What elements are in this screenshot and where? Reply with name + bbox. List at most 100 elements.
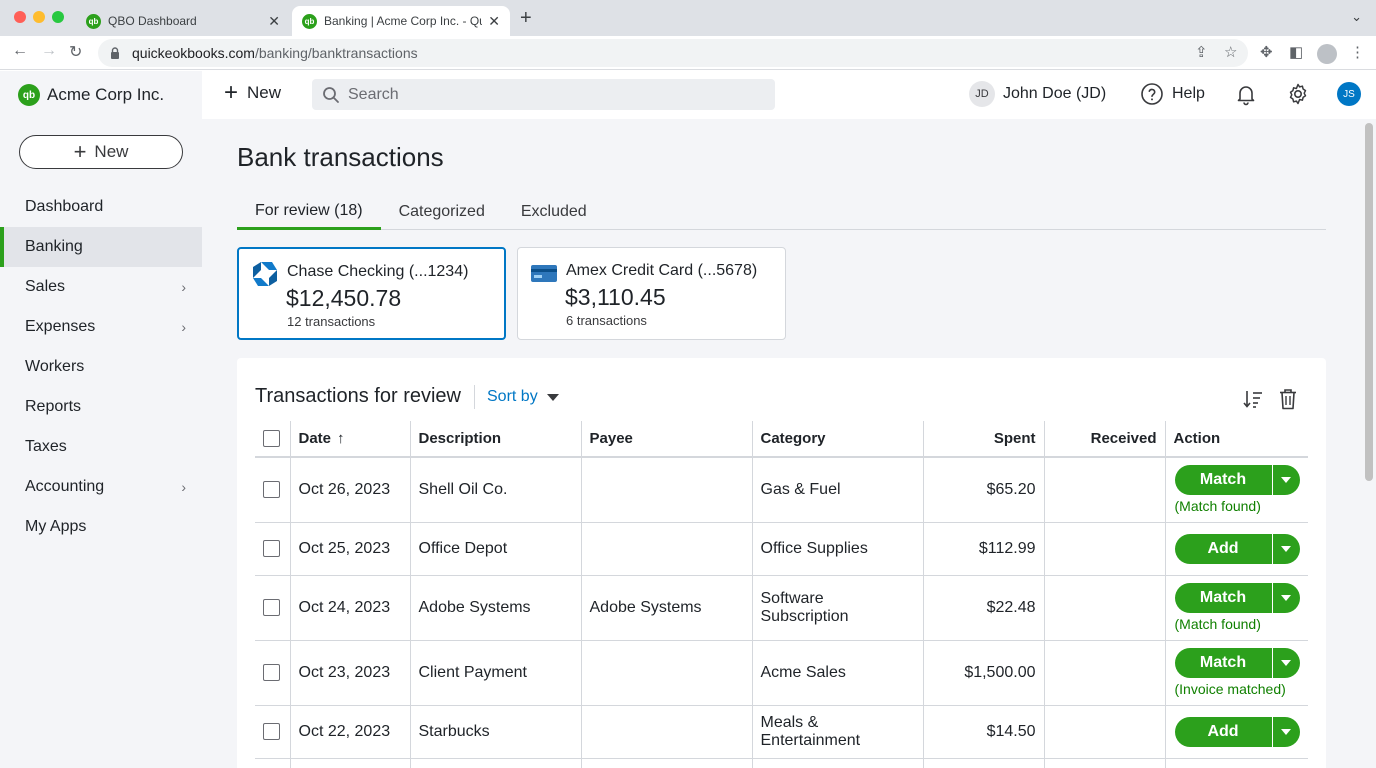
notifications-bell-icon[interactable] (1234, 82, 1258, 106)
forward-arrow-icon[interactable]: → (41, 42, 57, 60)
browser-tab-dashboard[interactable]: qb QBO Dashboard ✕ (76, 6, 290, 36)
sort-by-dropdown[interactable]: Sort by (487, 388, 559, 406)
match-button[interactable]: Match (1174, 465, 1272, 496)
sidebar-item-reports[interactable]: Reports (0, 387, 202, 427)
sidebar-item-expenses[interactable]: Expenses › (0, 307, 202, 347)
table-row[interactable]: Oct 24, 2023 Adobe Systems Adobe Systems… (255, 574, 1308, 640)
browser-profile-icon[interactable] (1317, 44, 1337, 64)
column-header-description[interactable]: Description (409, 421, 581, 458)
action-dropdown-button[interactable] (1271, 465, 1300, 496)
payee-cell[interactable]: Adobe Systems (580, 574, 752, 640)
action-cell: Add (1164, 704, 1308, 758)
new-tab-icon[interactable]: + (520, 7, 532, 30)
payee-cell[interactable] (580, 521, 752, 575)
tab-excluded[interactable]: Excluded (503, 194, 605, 230)
tab-for-review[interactable]: For review (18) (237, 194, 381, 230)
action-dropdown-button[interactable] (1271, 716, 1300, 747)
table-row[interactable]: Oct 26, 2023 Shell Oil Co. Gas & Fuel $6… (255, 456, 1308, 522)
address-bar[interactable]: quickeokbooks.com/banking/banktransactio… (98, 39, 1248, 67)
sidebar-item-dashboard[interactable]: Dashboard (0, 187, 202, 227)
row-checkbox[interactable] (263, 722, 280, 740)
window-zoom-button[interactable] (52, 11, 64, 23)
window-close-button[interactable] (14, 11, 26, 23)
match-button[interactable]: Match (1174, 583, 1272, 613)
payee-cell[interactable] (580, 639, 752, 705)
category-cell[interactable]: Office Supplies (751, 521, 923, 575)
account-card-chase[interactable]: Chase Checking (...1234) $12,450.78 12 t… (237, 247, 506, 340)
sidebar-item-accounting[interactable]: Accounting › (0, 467, 202, 507)
extensions-puzzle-icon[interactable]: ✥ (1260, 43, 1273, 61)
company-brand[interactable]: qb Acme Corp Inc. (18, 84, 164, 106)
table-row[interactable]: Oct 23, 2023 Client Payment Acme Sales $… (255, 639, 1308, 705)
add-split-button: Add (1174, 716, 1300, 747)
row-checkbox[interactable] (263, 539, 280, 557)
sidebar-item-taxes[interactable]: Taxes (0, 427, 202, 467)
sidebar-new-button[interactable]: + New (19, 135, 183, 169)
sidebar-item-workers[interactable]: Workers (0, 347, 202, 387)
sidebar-item-my-apps[interactable]: My Apps (0, 507, 202, 547)
browser-menu-icon[interactable]: ⋮ (1350, 43, 1365, 61)
search-box[interactable] (312, 79, 775, 110)
action-dropdown-button[interactable] (1271, 648, 1300, 678)
tab-close-icon[interactable]: ✕ (488, 13, 500, 30)
description-cell: Adobe Systems (409, 574, 581, 640)
category-cell[interactable]: Gas & Fuel (751, 456, 923, 522)
window-minimize-button[interactable] (33, 11, 45, 23)
tab-label: For review (18) (255, 201, 363, 219)
page-scrollbar[interactable] (1362, 119, 1376, 768)
match-button[interactable]: Match (1174, 648, 1272, 678)
row-checkbox[interactable] (263, 663, 280, 681)
add-button[interactable]: Add (1174, 533, 1272, 564)
sidebar-item-label: My Apps (25, 518, 87, 535)
tab-close-icon[interactable]: ✕ (268, 13, 280, 30)
spent-cell: $1,500.00 (922, 639, 1044, 705)
column-header-spent[interactable]: Spent (922, 421, 1044, 458)
scrollbar-thumb[interactable] (1365, 123, 1373, 481)
back-arrow-icon[interactable]: ← (12, 42, 28, 60)
bookmark-star-icon[interactable]: ☆ (1224, 43, 1237, 61)
date-cell: Oct 23, 2023 (289, 639, 410, 705)
row-checkbox[interactable] (263, 481, 280, 499)
action-dropdown-button[interactable] (1271, 533, 1300, 564)
trash-icon[interactable] (1278, 388, 1298, 410)
description-cell: Office Depot (409, 521, 581, 575)
action-dropdown-button[interactable] (1271, 583, 1300, 613)
column-header-category[interactable]: Category (751, 421, 923, 458)
search-input[interactable] (348, 85, 748, 104)
settings-gear-icon[interactable] (1286, 82, 1310, 106)
column-header-label: Spent (993, 430, 1036, 447)
reload-icon[interactable]: ↻ (69, 42, 82, 62)
caret-down-icon (1281, 545, 1291, 552)
chevron-right-icon: › (181, 479, 186, 495)
user-menu[interactable]: JD John Doe (JD) (969, 81, 1106, 107)
browser-tab-banking[interactable]: qb Banking | Acme Corp Inc. - Qui ✕ (292, 6, 510, 36)
account-card-amex[interactable]: Amex Credit Card (...5678) $3,110.45 6 t… (517, 247, 786, 340)
table-row[interactable]: Oct 22, 2023 Starbucks Meals & Entertain… (255, 704, 1308, 758)
sort-order-icon[interactable] (1242, 388, 1264, 410)
category-cell[interactable]: Meals & Entertainment (751, 704, 923, 758)
category-cell[interactable]: Software Subscription (751, 574, 923, 640)
side-panel-icon[interactable]: ◧ (1289, 43, 1303, 61)
tab-categorized[interactable]: Categorized (381, 194, 503, 230)
column-header-received[interactable]: Received (1043, 421, 1165, 458)
column-header-payee[interactable]: Payee (580, 421, 752, 458)
column-header-date[interactable]: Date ↑ (289, 421, 410, 458)
header-new-button[interactable]: + New (224, 81, 281, 105)
sidebar-item-banking[interactable]: Banking (0, 227, 202, 267)
category-cell (751, 757, 923, 768)
row-checkbox[interactable] (263, 598, 280, 616)
help-button[interactable]: Help (1140, 82, 1205, 106)
payee-cell[interactable] (580, 704, 752, 758)
select-all-checkbox[interactable] (263, 430, 280, 448)
browser-toolbar: ← → ↻ quickeokbooks.com/banking/banktran… (0, 36, 1376, 70)
tab-search-chevron-icon[interactable]: ⌄ (1351, 9, 1362, 25)
add-button[interactable]: Add (1174, 716, 1272, 747)
share-icon[interactable]: ⇪ (1195, 43, 1208, 61)
sidebar-item-sales[interactable]: Sales › (0, 267, 202, 307)
table-row-partial[interactable] (255, 757, 1308, 768)
account-avatar[interactable]: JS (1337, 82, 1361, 106)
sidebar-item-label: Banking (25, 238, 83, 255)
category-cell[interactable]: Acme Sales (751, 639, 923, 705)
payee-cell[interactable] (580, 456, 752, 522)
table-row[interactable]: Oct 25, 2023 Office Depot Office Supplie… (255, 521, 1308, 575)
